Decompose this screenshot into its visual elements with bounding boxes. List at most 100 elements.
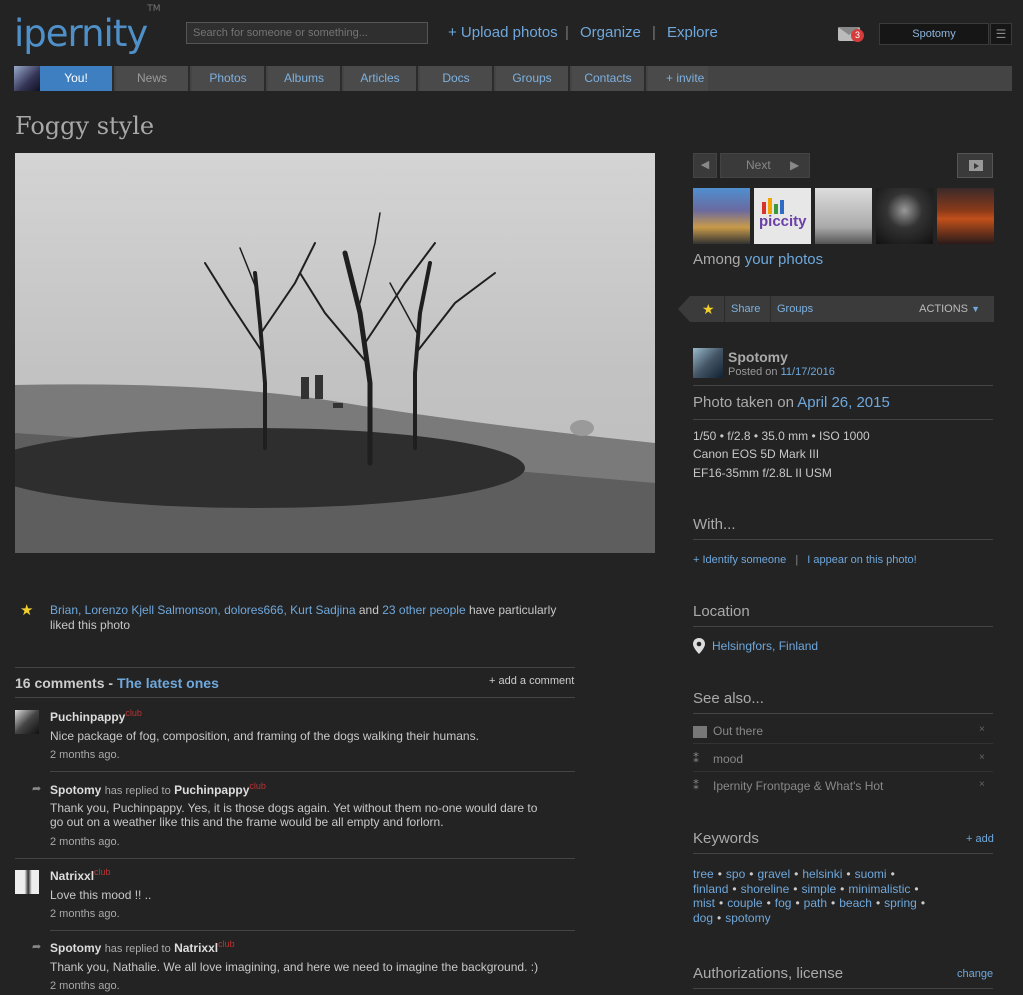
tab-photos[interactable]: Photos [192, 66, 266, 91]
keyword-link[interactable]: path [804, 896, 827, 910]
tab-you[interactable]: You! [14, 66, 114, 91]
prev-button[interactable]: ◀ [693, 153, 717, 178]
thumb-4[interactable] [876, 188, 933, 244]
explore-link[interactable]: Explore [667, 24, 718, 41]
photo-taken: Photo taken on April 26, 2015 [693, 394, 890, 411]
appear-on-photo-link[interactable]: I appear on this photo! [807, 554, 916, 566]
latest-comments-link[interactable]: The latest ones [117, 675, 219, 691]
see-also-item[interactable]: Out there × [693, 724, 985, 738]
remove-icon[interactable]: × [979, 779, 985, 790]
ipernity-logo[interactable]: ipernityTM [14, 4, 161, 55]
keyword-link[interactable]: couple [727, 896, 762, 910]
comment-date: 2 months ago. [50, 908, 120, 920]
keyword-row: mist • couple • fog • path • beach • spring • [693, 896, 929, 911]
comment-author[interactable]: Spotomy has replied to Puchinpappyclub [50, 781, 266, 797]
organize-link[interactable]: Organize [580, 24, 641, 41]
comment-text: Nice package of fog, composition, and fr… [50, 729, 479, 743]
tab-docs[interactable]: Docs [420, 66, 494, 91]
photo-image [15, 153, 655, 553]
location-heading: Location [693, 603, 750, 620]
tab-contacts[interactable]: Contacts [572, 66, 646, 91]
top-bar: ipernityTM + Upload photos | Organize | … [0, 0, 1023, 64]
keyword-row: finland • shoreline • simple • minimalistic • [693, 882, 929, 897]
keyword-link[interactable]: spo [726, 867, 745, 881]
keyword-link[interactable]: tree [693, 867, 714, 881]
exif-lens: EF16-35mm f/2.8L II USM [693, 466, 832, 480]
comment-author[interactable]: Puchinpappyclub [50, 708, 142, 724]
owner-name[interactable]: Spotomy [728, 349, 788, 365]
add-comment-link[interactable]: + add a comment [489, 675, 574, 687]
slideshow-icon[interactable] [957, 153, 993, 178]
avatar[interactable] [15, 870, 39, 894]
remove-icon[interactable]: × [979, 752, 985, 763]
comment-date: 2 months ago. [50, 836, 120, 848]
tab-news[interactable]: News [116, 66, 190, 91]
comment-author[interactable]: Natrixxlclub [50, 867, 111, 883]
keyword-separator: • [840, 881, 845, 896]
tab-groups[interactable]: Groups [496, 66, 570, 91]
menu-icon[interactable]: ☰ [990, 23, 1012, 45]
thumb-1[interactable] [693, 188, 750, 244]
main-tabs: You! News Photos Albums Articles Docs Gr… [14, 66, 1012, 91]
location-link[interactable]: Helsingfors, Finland [712, 639, 818, 653]
tab-invite[interactable]: + invite [648, 66, 708, 91]
nav-separator: | [652, 24, 656, 41]
comment-author[interactable]: Spotomy has replied to Natrixxlclub [50, 939, 235, 955]
search-input[interactable] [186, 22, 428, 44]
upload-photos-link[interactable]: + Upload photos [448, 24, 558, 41]
exif-camera: Canon EOS 5D Mark III [693, 447, 820, 461]
next-button[interactable]: Next ▶ [720, 153, 810, 178]
keyword-link[interactable]: shoreline [741, 882, 790, 896]
groups-button[interactable]: Groups [770, 296, 819, 322]
keyword-link[interactable]: simple [801, 882, 836, 896]
keyword-link[interactable]: spotomy [725, 911, 770, 925]
see-also-item[interactable]: ⁑ mood × [693, 752, 985, 766]
keyword-separator: • [846, 867, 851, 881]
keyword-link[interactable]: fog [775, 896, 792, 910]
page-title: Foggy style [15, 112, 155, 140]
keyword-link[interactable]: gravel [757, 867, 790, 881]
tab-albums[interactable]: Albums [268, 66, 342, 91]
keyword-link[interactable]: helsinki [802, 867, 842, 881]
remove-icon[interactable]: × [979, 724, 985, 735]
keyword-link[interactable]: beach [839, 896, 872, 910]
keyword-link[interactable]: dog [693, 911, 713, 925]
main-photo[interactable] [15, 153, 655, 553]
owner-avatar[interactable] [693, 348, 723, 378]
keyword-link[interactable]: mist [693, 896, 715, 910]
liked-by-people[interactable]: Brian, Lorenzo Kjell Salmonson, dolores6… [50, 603, 356, 617]
action-bar: ★ Share Groups ACTIONS ▼ [678, 296, 994, 322]
see-also-heading: See also... [693, 690, 764, 707]
identify-someone-link[interactable]: + Identify someone [693, 554, 786, 566]
favorite-star-icon[interactable]: ★ [696, 296, 721, 322]
nav-separator: | [565, 24, 569, 41]
avatar[interactable] [15, 710, 39, 734]
change-license-link[interactable]: change [957, 968, 993, 980]
keyword-link[interactable]: minimalistic [848, 882, 910, 896]
keyword-separator: • [749, 867, 754, 881]
share-button[interactable]: Share [724, 296, 766, 322]
svg-text:piccity: piccity [759, 213, 807, 230]
thumb-3[interactable] [815, 188, 872, 244]
favorite-star-icon: ★ [20, 602, 34, 619]
tab-articles[interactable]: Articles [344, 66, 418, 91]
your-photos-link[interactable]: your photos [745, 251, 823, 268]
add-keyword-link[interactable]: + add [966, 833, 994, 845]
comment-date: 2 months ago. [50, 980, 120, 992]
keyword-separator: • [914, 881, 919, 896]
avatar [14, 66, 40, 91]
thumb-5[interactable] [937, 188, 994, 244]
keyword-link[interactable]: suomi [855, 867, 887, 881]
actions-dropdown[interactable]: ACTIONS ▼ [919, 296, 980, 322]
keyword-link[interactable]: finland [693, 882, 728, 896]
see-also-item[interactable]: ⁑ Ipernity Frontpage & What's Hot × [693, 779, 985, 793]
keyword-link[interactable]: spring [884, 896, 917, 910]
among-photos: Among your photos [693, 251, 824, 268]
map-pin-icon [693, 638, 705, 659]
authorizations-heading: Authorizations, license [693, 965, 844, 982]
thumb-2[interactable]: piccity [754, 188, 811, 244]
other-people-link[interactable]: 23 other people [382, 603, 465, 617]
keyword-separator: • [831, 896, 836, 910]
taken-date-link[interactable]: April 26, 2015 [797, 394, 890, 411]
user-menu-button[interactable]: Spotomy [879, 23, 989, 45]
